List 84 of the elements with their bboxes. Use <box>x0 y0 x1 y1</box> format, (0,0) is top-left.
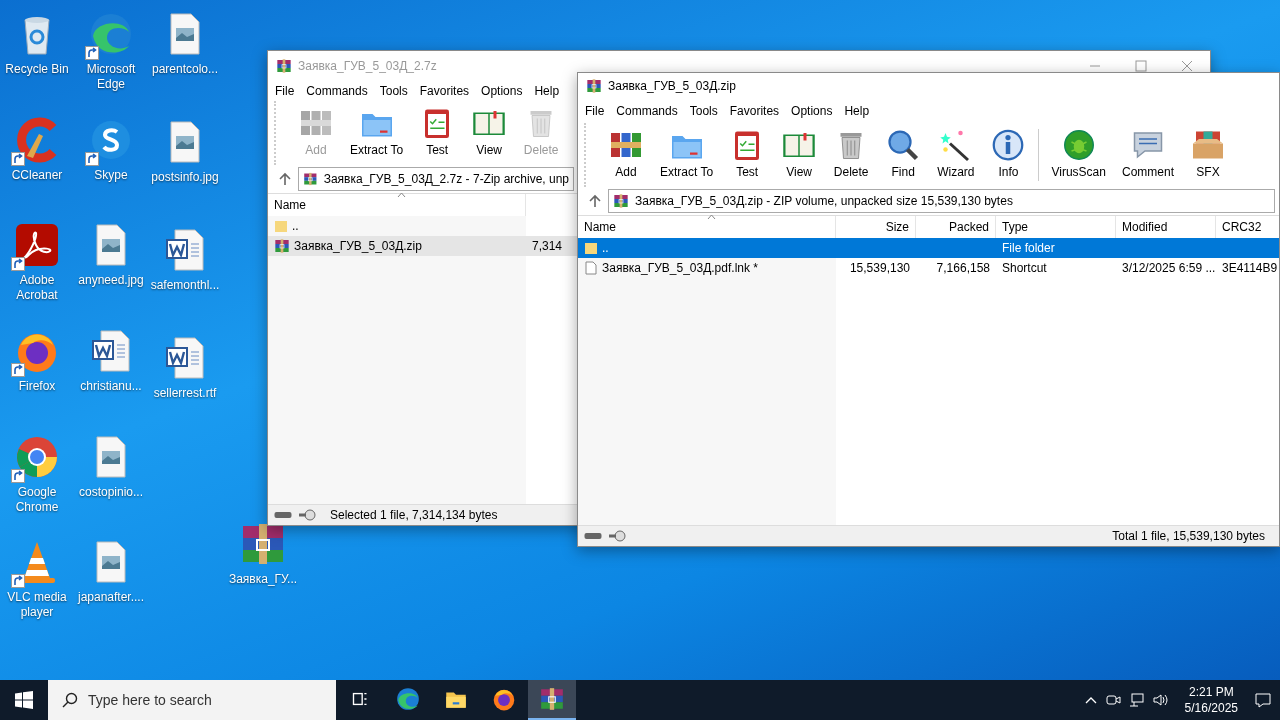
close-icon[interactable] <box>1181 60 1193 72</box>
menu-item[interactable]: Help <box>838 102 876 120</box>
file-size: 7,314 <box>532 239 563 253</box>
virus-button[interactable]: VirusScan <box>1043 125 1114 181</box>
clock-date: 5/16/2025 <box>1184 700 1238 716</box>
file-name: .. <box>602 241 609 255</box>
desktop-icon[interactable]: anyneed.jpg <box>74 217 148 323</box>
desktop-icon[interactable]: Adobe Acrobat <box>0 217 74 323</box>
desktop-icon[interactable]: Skype <box>74 111 148 218</box>
status-text: Total 1 file, 15,539,130 bytes <box>1112 529 1266 543</box>
archive-books-icon <box>303 171 318 187</box>
delete-button[interactable]: Delete <box>825 125 878 181</box>
extract-button[interactable]: Extract To <box>652 125 722 181</box>
menu-item[interactable]: Options <box>785 102 839 120</box>
menu-item[interactable]: Help <box>528 82 566 100</box>
key-icon <box>298 509 316 521</box>
file-row[interactable]: .. <box>268 216 578 236</box>
archive-books-icon <box>276 58 292 74</box>
menu-item[interactable]: Tools <box>683 102 724 120</box>
crc-value: 3E4114B9 <box>1222 261 1278 275</box>
menu-item[interactable]: Options <box>475 82 529 100</box>
status-text: Selected 1 file, 7,314,134 bytes <box>329 508 498 522</box>
file-type: File folder <box>1002 241 1055 255</box>
menu-item[interactable]: Commands <box>610 102 684 120</box>
key-icon <box>608 530 626 542</box>
file-type: Shortcut <box>1002 261 1047 275</box>
windows-logo-icon <box>15 691 33 709</box>
file-size: 15,539,130 <box>849 261 910 275</box>
window-title: Заявка_ГУВ_5_03Д.zip <box>608 79 736 93</box>
menu-item[interactable]: Favorites <box>723 102 786 120</box>
sfx-button[interactable]: SFX <box>1182 125 1234 181</box>
search-field[interactable]: Type here to search <box>48 680 336 720</box>
sort-caret-icon <box>706 214 716 220</box>
file-name: Заявка_ГУВ_5_03Д.zip <box>294 239 422 253</box>
test-button[interactable]: Test <box>411 103 464 159</box>
folder-icon <box>274 219 288 233</box>
clock-time: 2:21 PM <box>1188 684 1234 700</box>
speaker-icon[interactable] <box>1152 692 1169 708</box>
menu-item[interactable]: File <box>579 102 611 120</box>
add-button[interactable]: Add <box>600 125 652 181</box>
menu-item[interactable]: File <box>269 82 301 100</box>
drive-icon <box>584 531 602 541</box>
find-button[interactable]: Find <box>877 125 930 181</box>
desktop-icon[interactable]: postsinfo.jpg <box>148 114 222 222</box>
menu-item[interactable]: Tools <box>373 82 414 100</box>
wizard-button[interactable]: Wizard <box>929 125 983 181</box>
path-field[interactable]: Заявка_ГУВ_5_03Д_2.7z - 7-Zip archive, unp <box>298 167 574 191</box>
document-icon <box>584 261 598 275</box>
folder-icon <box>584 241 598 255</box>
network-icon[interactable] <box>1128 692 1145 708</box>
desktop-icon[interactable]: Recycle Bin <box>0 6 74 112</box>
file-row[interactable]: Заявка_ГУВ_5_03Д.pdf.lnk * 15,539,130 7,166,158 Shortcut 3/12/2025 6:59 ... 3E4114B9 <box>578 258 1279 278</box>
file-row[interactable]: .. File folder <box>578 238 1279 258</box>
info-button[interactable]: Info <box>982 125 1035 181</box>
desktop-icon[interactable]: parentcolo... <box>148 6 222 114</box>
up-arrow-icon[interactable] <box>588 194 602 208</box>
notifications-icon[interactable] <box>1254 691 1272 709</box>
sort-caret-icon <box>396 192 406 198</box>
search-icon <box>62 692 78 708</box>
up-arrow-icon[interactable] <box>278 172 292 186</box>
edge-browser-icon <box>395 686 421 712</box>
comment-button[interactable]: Comment <box>1113 125 1182 181</box>
archive-books-icon <box>613 193 629 209</box>
file-row[interactable]: Заявка_ГУВ_5_03Д.zip 7,314 <box>268 236 578 256</box>
file-name: .. <box>292 219 299 233</box>
drive-icon <box>274 510 292 520</box>
packed-size: 7,166,158 <box>936 261 990 275</box>
desktop-icon[interactable]: Microsoft Edge <box>74 6 148 112</box>
file-name: Заявка_ГУВ_5_03Д.pdf.lnk * <box>602 261 758 275</box>
archive-books-icon <box>539 686 565 712</box>
window-title: Заявка_ГУВ_5_03Д_2.7z <box>298 59 437 73</box>
menu-item[interactable]: Commands <box>300 82 374 100</box>
archive-books-icon <box>586 78 602 94</box>
view-button[interactable]: View <box>773 125 826 181</box>
camera-icon[interactable] <box>1104 692 1121 708</box>
archive-books-icon <box>274 238 290 254</box>
modified-date: 3/12/2025 6:59 ... <box>1122 261 1216 275</box>
extract-button[interactable]: Extract To <box>342 103 412 159</box>
path-field[interactable]: Заявка_ГУВ_5_03Д.zip - ZIP volume, unpacked size 15,539,130 bytes <box>608 189 1275 213</box>
chevron-up-icon[interactable] <box>1084 696 1097 704</box>
view-button[interactable]: View <box>463 103 516 159</box>
desktop-icon[interactable]: CCleaner <box>0 111 74 218</box>
test-button[interactable]: Test <box>721 125 774 181</box>
menu-item[interactable]: Favorites <box>413 82 476 100</box>
